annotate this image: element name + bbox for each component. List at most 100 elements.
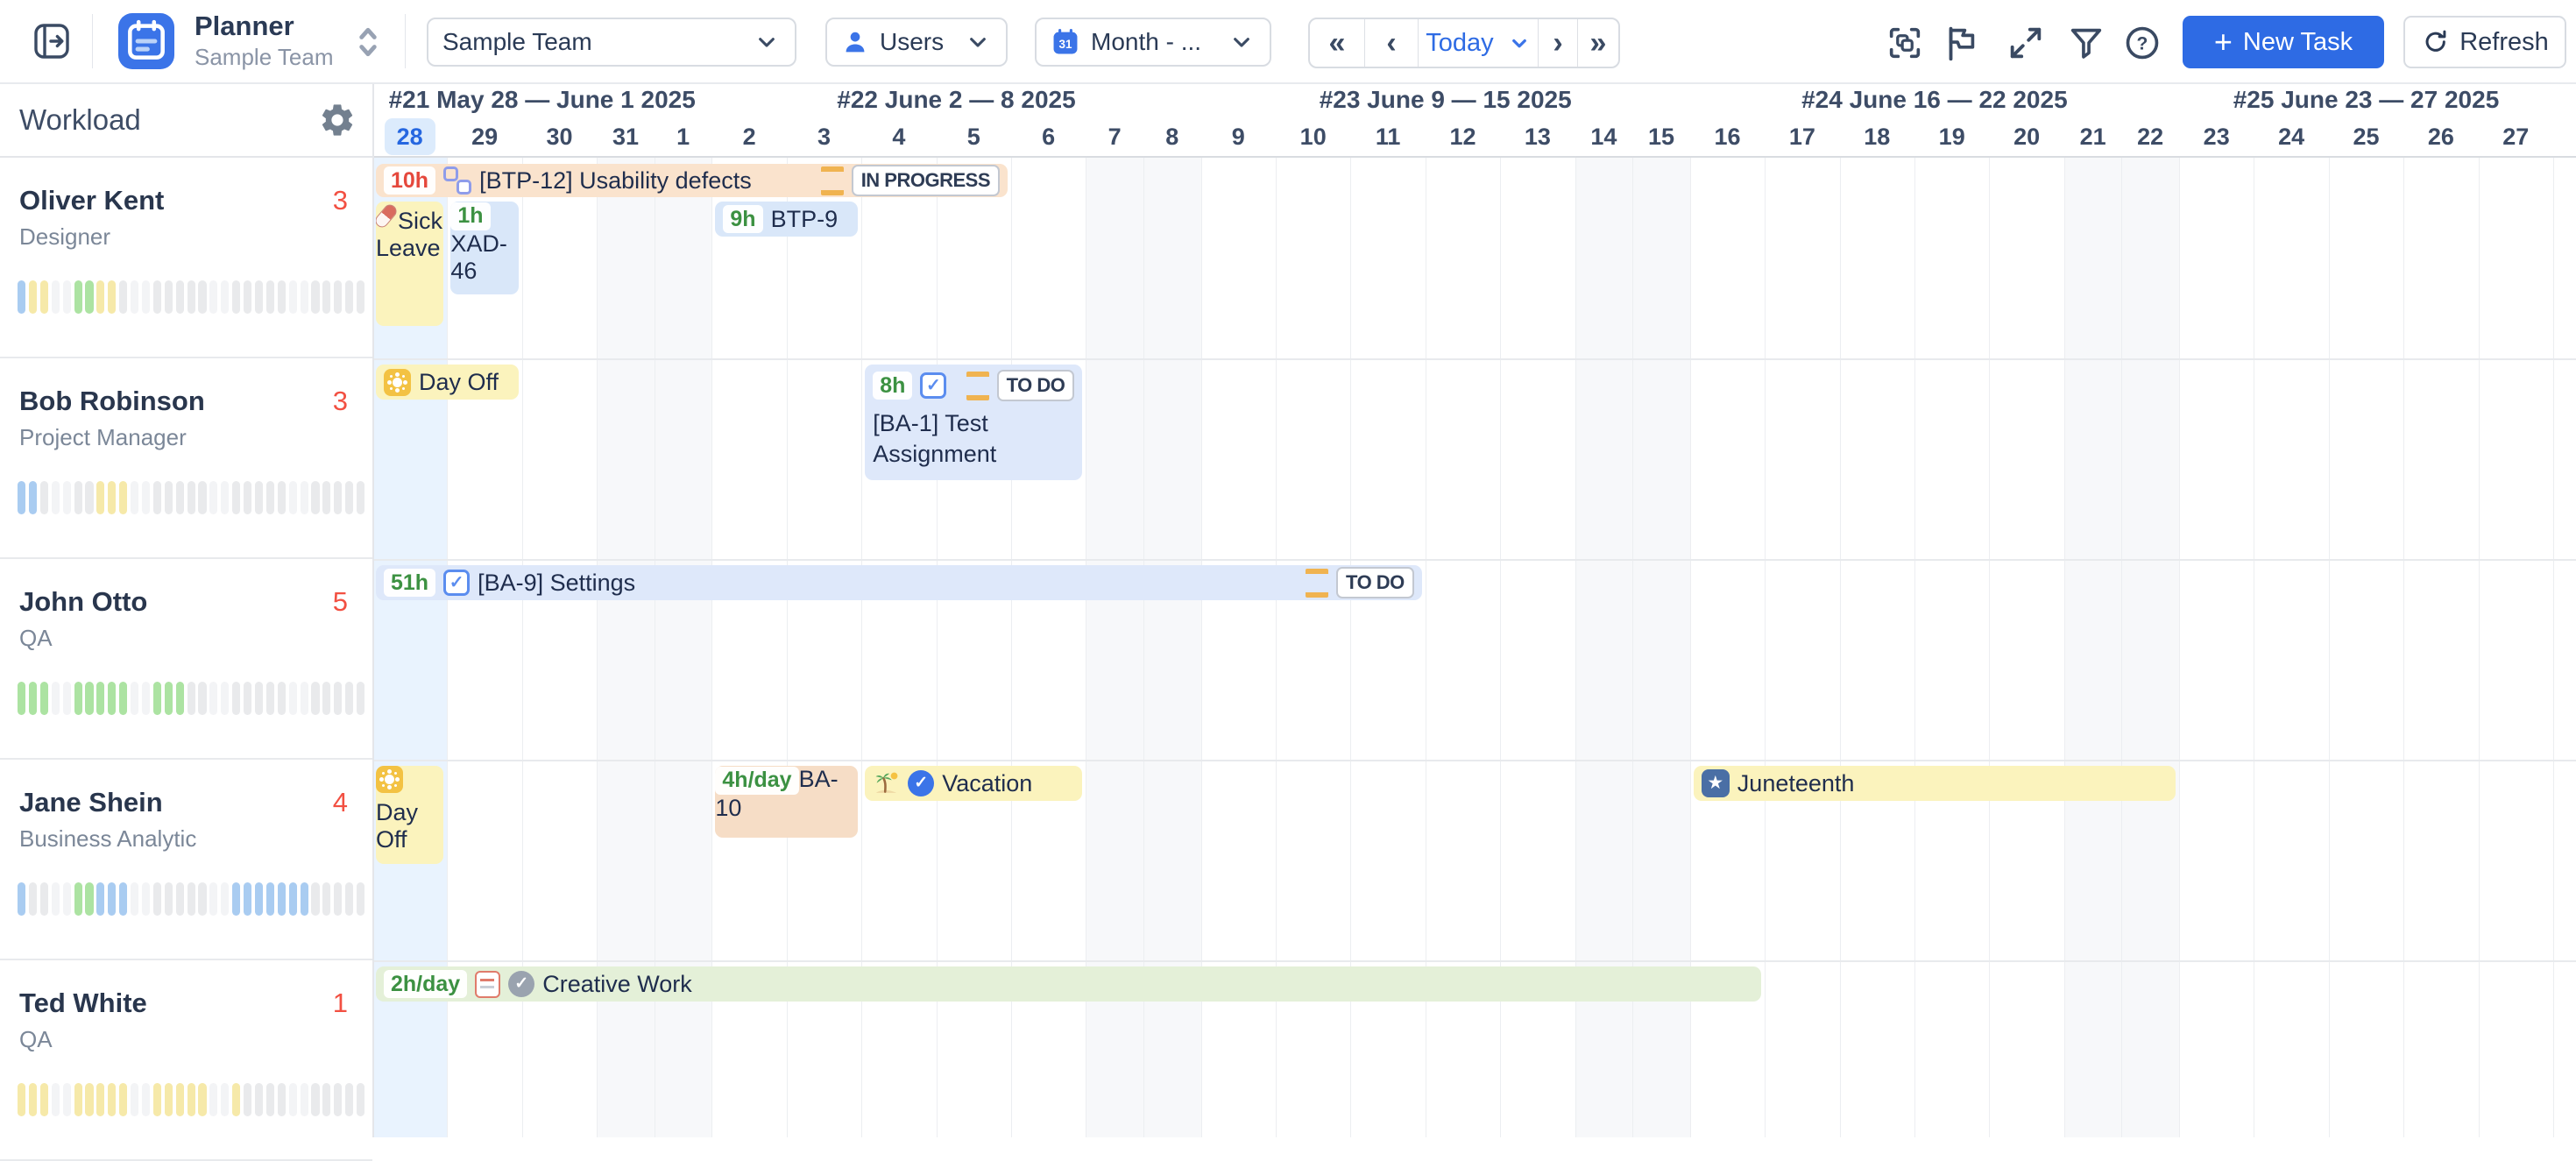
task-chip[interactable]: 10h[BTP-12] Usability defectsIN PROGRESS (376, 164, 1008, 197)
workload-bar (29, 882, 37, 916)
task-chip[interactable]: 51h✓[BA-9] SettingsTO DO (376, 565, 1422, 600)
week-label: #21 May 28 — June 1 2025 (372, 86, 711, 116)
status-badge: IN PROGRESS (852, 165, 1000, 196)
workspace-switcher-chevrons[interactable] (349, 21, 387, 63)
nav-next-button[interactable]: › (1539, 19, 1577, 67)
collapse-sidebar-icon (31, 20, 73, 62)
workload-bar (232, 882, 240, 916)
sun-icon (376, 766, 403, 793)
workload-bar (301, 280, 308, 314)
workload-bar (289, 280, 297, 314)
milestones-button[interactable] (1940, 22, 1982, 64)
day-header-cell: 5 (937, 117, 1011, 156)
workload-bar (278, 280, 286, 314)
today-dropdown-button[interactable] (1501, 19, 1538, 67)
task-chip[interactable]: Sick Leave (376, 202, 443, 326)
star-icon: ★ (1702, 769, 1730, 797)
team-select[interactable]: Sample Team (427, 18, 796, 67)
workload-bar (131, 481, 138, 514)
task-title: [BA-9] Settings (478, 570, 635, 597)
subtask-icon (443, 166, 471, 195)
task-chip[interactable]: 8h✓TO DO[BA-1] Test Assignment (865, 365, 1082, 480)
workload-bar (74, 682, 82, 715)
workload-bar (165, 1083, 173, 1116)
task-chip[interactable]: ✓Vacation (865, 766, 1082, 801)
workload-settings-button[interactable] (317, 100, 357, 140)
workload-bar (96, 481, 104, 514)
nav-next-fast-button[interactable]: » (1578, 19, 1618, 67)
workload-bar (289, 481, 297, 514)
gear-icon (318, 101, 357, 139)
filter-button[interactable] (2065, 22, 2107, 64)
workload-bar (357, 682, 364, 715)
workload-bar (52, 280, 60, 314)
nav-prev-fast-button[interactable]: « (1310, 19, 1364, 67)
workload-bar (278, 882, 286, 916)
workload-bar (357, 1083, 364, 1116)
person-row[interactable]: John OttoQA5 (0, 559, 372, 760)
view-mode-select[interactable]: 31 Month - ... (1035, 18, 1271, 67)
today-day-pill: 28 (385, 118, 435, 155)
task-chip[interactable]: 9hBTP-9 (715, 202, 858, 237)
task-title: [BTP-12] Usability defects (479, 167, 752, 195)
workload-bar (85, 682, 93, 715)
workload-bar (85, 481, 93, 514)
task-title: Vacation (942, 770, 1032, 797)
workload-bar (357, 882, 364, 916)
day-header-cell: 21 (2064, 117, 2122, 156)
workload-bar (176, 882, 184, 916)
person-row[interactable]: Oliver KentDesigner3 (0, 158, 372, 358)
workload-bar (334, 280, 342, 314)
workload-bar (165, 481, 173, 514)
workload-bar (131, 682, 138, 715)
workload-bar (18, 882, 25, 916)
task-chip[interactable]: Day Off (376, 766, 443, 864)
scope-button[interactable] (1884, 22, 1926, 64)
collapse-sidebar-button[interactable] (30, 19, 74, 63)
workload-bar (244, 481, 251, 514)
workload-bar (108, 280, 116, 314)
task-chip[interactable]: 2h/day✓Creative Work (376, 966, 1761, 1002)
person-row[interactable]: Bob RobinsonProject Manager3 (0, 358, 372, 559)
workload-bar (29, 481, 37, 514)
day-header-cell: 10 (1276, 117, 1350, 156)
grid-row-line (0, 358, 2576, 360)
workload-bar (153, 682, 161, 715)
grid-column-line (2179, 158, 2180, 1137)
users-select[interactable]: Users (825, 18, 1008, 67)
workload-bar (96, 1083, 104, 1116)
workload-bar (153, 882, 161, 916)
filter-funnel-icon (2066, 23, 2106, 63)
day-header-cell: 29 (447, 117, 521, 156)
workload-bar (142, 882, 150, 916)
workload-bar (221, 882, 229, 916)
workload-bar (153, 1083, 161, 1116)
day-header-cell: 17 (1765, 117, 1839, 156)
task-chip[interactable]: Day Off (376, 365, 519, 400)
person-row[interactable]: Ted WhiteQA1 (0, 960, 372, 1161)
workload-bar (322, 1083, 330, 1116)
task-chip[interactable]: 4h/dayBA-10 (715, 766, 858, 838)
task-title: Creative Work (542, 971, 692, 998)
person-row[interactable]: Jane SheinBusiness Analytic4 (0, 760, 372, 960)
new-task-button[interactable]: + New Task (2183, 16, 2384, 68)
app-title-block[interactable]: Planner Sample Team (195, 11, 334, 71)
fullscreen-button[interactable] (2005, 22, 2047, 64)
workload-bar (345, 280, 353, 314)
workload-bar (119, 481, 127, 514)
task-chip[interactable]: ★Juneteenth (1694, 766, 2176, 801)
help-button[interactable]: ? (2121, 22, 2163, 64)
chip-header-line: 8h✓TO DO (873, 370, 1074, 401)
grid-column-line (2479, 158, 2480, 1137)
scan-tasks-icon (1885, 23, 1925, 63)
day-header-cell: 24 (2254, 117, 2328, 156)
workload-bar (85, 280, 93, 314)
workload-bar (188, 280, 195, 314)
today-button[interactable]: Today (1419, 19, 1501, 67)
refresh-button[interactable]: Refresh (2403, 16, 2566, 68)
workload-bar (96, 280, 104, 314)
nav-prev-button[interactable]: ‹ (1365, 19, 1418, 67)
task-chip[interactable]: 1hXAD-46 (450, 202, 518, 294)
workload-bar (131, 882, 138, 916)
planner-app-icon (118, 13, 174, 69)
